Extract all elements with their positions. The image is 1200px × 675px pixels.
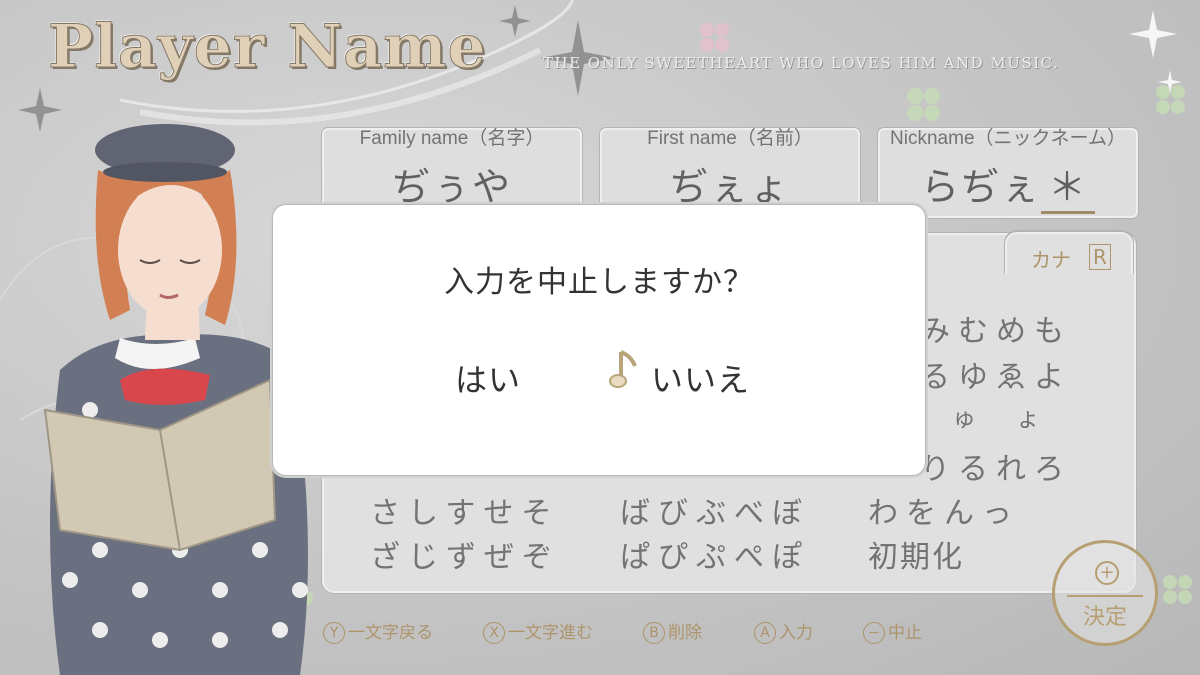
cancel-confirm-dialog: 入力を中止しますか？ はい いいえ	[272, 204, 926, 476]
music-note-icon	[609, 350, 637, 388]
yes-button[interactable]: はい	[455, 355, 521, 401]
no-button[interactable]: いいえ	[651, 355, 750, 401]
dialog-message: 入力を中止しますか？	[444, 265, 754, 300]
